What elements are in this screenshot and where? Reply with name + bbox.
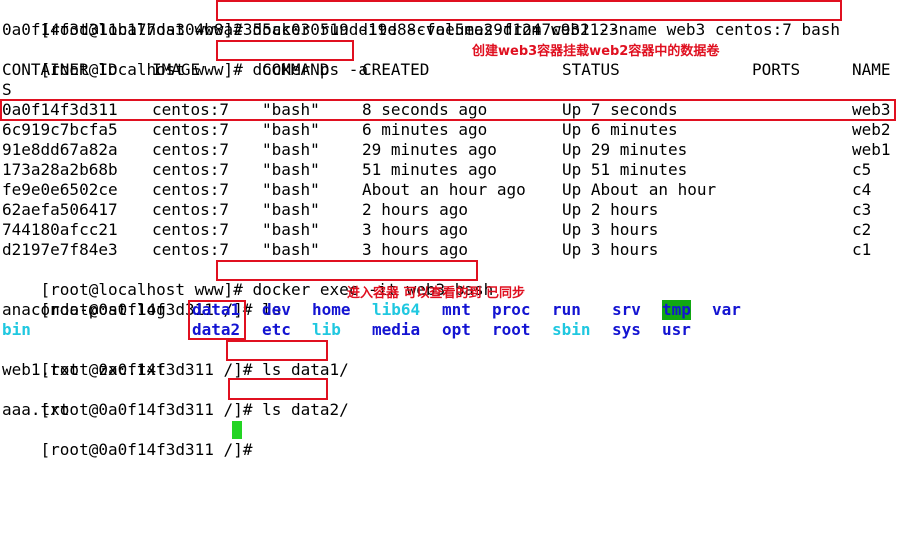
dir-entry: var bbox=[712, 300, 741, 319]
command: "bash" bbox=[262, 180, 320, 199]
column-header: STATUS bbox=[562, 60, 620, 79]
table-row: 744180afcc21 centos:7 "bash" 3 hours ago… bbox=[2, 220, 898, 240]
dir-entry: dev bbox=[262, 300, 291, 319]
container-name: c2 bbox=[852, 220, 872, 239]
container-id: d2197e7f84e3 bbox=[2, 240, 118, 259]
created: 2 hours ago bbox=[362, 200, 468, 219]
container-name: c3 bbox=[852, 200, 872, 219]
container-id-output: 0a0f14f3d311b177da304b8a2355ac030519dd19… bbox=[2, 20, 619, 39]
column-header: CONTAINER ID bbox=[2, 60, 118, 79]
status: Up 51 minutes bbox=[562, 160, 688, 179]
status: Up 2 hours bbox=[562, 200, 659, 219]
command-text: ls data1/ bbox=[262, 360, 349, 379]
column-header: COMMAND bbox=[262, 60, 330, 79]
table-row: 62aefa506417 centos:7 "bash" 2 hours ago… bbox=[2, 200, 898, 220]
container-name: c4 bbox=[852, 180, 872, 199]
container-name: c5 bbox=[852, 160, 872, 179]
image: centos:7 bbox=[152, 140, 230, 159]
status: Up 6 minutes bbox=[562, 120, 678, 139]
container-id: 91e8dd67a82a bbox=[2, 140, 118, 159]
container-id: 62aefa506417 bbox=[2, 200, 118, 219]
command-text: ls data2/ bbox=[262, 400, 349, 419]
dir-entry: mnt bbox=[442, 300, 471, 319]
highlight-box bbox=[216, 0, 842, 21]
table-row: d2197e7f84e3 centos:7 "bash" 3 hours ago… bbox=[2, 240, 898, 260]
dir-entry: run bbox=[552, 300, 581, 319]
ls-data2-output: aaa.txt bbox=[2, 400, 70, 419]
image: centos:7 bbox=[152, 200, 230, 219]
table-row: 6c919c7bcfa5 centos:7 "bash" 6 minutes a… bbox=[2, 120, 898, 140]
annotation-note: 创建web3容器挂载web2容器中的数据卷 bbox=[472, 44, 720, 59]
shell-prompt: [root@0a0f14f3d311 /]# bbox=[40, 440, 263, 459]
highlight-box bbox=[216, 40, 354, 61]
highlight-box bbox=[216, 260, 478, 281]
shell-prompt: [root@0a0f14f3d311 /]# bbox=[40, 400, 263, 419]
command: "bash" bbox=[262, 140, 320, 159]
terminal-line[interactable]: [root@0a0f14f3d311 /]# bbox=[2, 420, 262, 459]
dir-entry: media bbox=[372, 320, 421, 339]
highlight-box bbox=[226, 340, 328, 361]
highlight-box bbox=[0, 99, 896, 121]
created: 3 hours ago bbox=[362, 240, 468, 259]
table-row: 173a28a2b68b centos:7 "bash" 51 minutes … bbox=[2, 160, 898, 180]
symlink-entry: sbin bbox=[552, 320, 591, 339]
container-id: 6c919c7bcfa5 bbox=[2, 120, 118, 139]
image: centos:7 bbox=[152, 120, 230, 139]
status: Up About an hour bbox=[562, 180, 717, 199]
dir-entry: root bbox=[492, 320, 531, 339]
image: centos:7 bbox=[152, 180, 230, 199]
status: Up 3 hours bbox=[562, 220, 659, 239]
tmp-dir-entry: tmp bbox=[662, 300, 691, 320]
dir-entry: usr bbox=[662, 320, 691, 339]
status: Up 3 hours bbox=[562, 240, 659, 259]
container-id: fe9e0e6502ce bbox=[2, 180, 118, 199]
ls-output-row: anaconda-post.log data1 dev home lib64 m… bbox=[2, 300, 898, 320]
file-entry: anaconda-post.log bbox=[2, 300, 166, 319]
dir-entry: etc bbox=[262, 320, 291, 339]
column-header: CREATED bbox=[362, 60, 430, 79]
dir-entry: sys bbox=[612, 320, 641, 339]
created: 29 minutes ago bbox=[362, 140, 497, 159]
dir-entry: proc bbox=[492, 300, 531, 319]
ps-header-wrap: S bbox=[2, 80, 12, 99]
image: centos:7 bbox=[152, 240, 230, 259]
created: About an hour ago bbox=[362, 180, 526, 199]
column-header: PORTS bbox=[752, 60, 801, 79]
symlink-entry: lib64 bbox=[372, 300, 421, 319]
command: "bash" bbox=[262, 240, 320, 259]
image: centos:7 bbox=[152, 220, 230, 239]
status: Up 29 minutes bbox=[562, 140, 688, 159]
container-id: 744180afcc21 bbox=[2, 220, 118, 239]
image: centos:7 bbox=[152, 160, 230, 179]
command: "bash" bbox=[262, 120, 320, 139]
dir-entry: srv bbox=[612, 300, 641, 319]
created: 6 minutes ago bbox=[362, 120, 488, 139]
table-row: fe9e0e6502ce centos:7 "bash" About an ho… bbox=[2, 180, 898, 200]
command: "bash" bbox=[262, 200, 320, 219]
terminal-window[interactable]: [root@localhost www]# docker run -itd --… bbox=[0, 0, 898, 459]
dir-entry: home bbox=[312, 300, 351, 319]
ls-output-row: bin data2 etc lib media opt root sbin sy… bbox=[2, 320, 898, 340]
container-name: web1 bbox=[852, 140, 891, 159]
column-header: NAME bbox=[852, 60, 891, 79]
command: "bash" bbox=[262, 160, 320, 179]
container-name: c1 bbox=[852, 240, 872, 259]
annotation-note: 进入容器 可以查看的到 已同步 bbox=[347, 286, 526, 301]
highlight-box bbox=[188, 300, 246, 340]
symlink-entry: bin bbox=[2, 320, 31, 339]
command: "bash" bbox=[262, 220, 320, 239]
column-header: IMAGE bbox=[152, 60, 201, 79]
ps-header: CONTAINER ID IMAGE COMMAND CREATED STATU… bbox=[2, 60, 898, 80]
created: 3 hours ago bbox=[362, 220, 468, 239]
created: 51 minutes ago bbox=[362, 160, 497, 179]
highlight-box bbox=[228, 378, 328, 400]
table-row: 91e8dd67a82a centos:7 "bash" 29 minutes … bbox=[2, 140, 898, 160]
terminal-cursor bbox=[232, 421, 242, 439]
terminal-line: [root@0a0f14f3d311 /]# ls bbox=[2, 280, 282, 319]
container-name: web2 bbox=[852, 120, 891, 139]
symlink-entry: lib bbox=[312, 320, 341, 339]
dir-entry: opt bbox=[442, 320, 471, 339]
ls-data1-output: web1.txt zxc.txt bbox=[2, 360, 166, 379]
container-id: 173a28a2b68b bbox=[2, 160, 118, 179]
